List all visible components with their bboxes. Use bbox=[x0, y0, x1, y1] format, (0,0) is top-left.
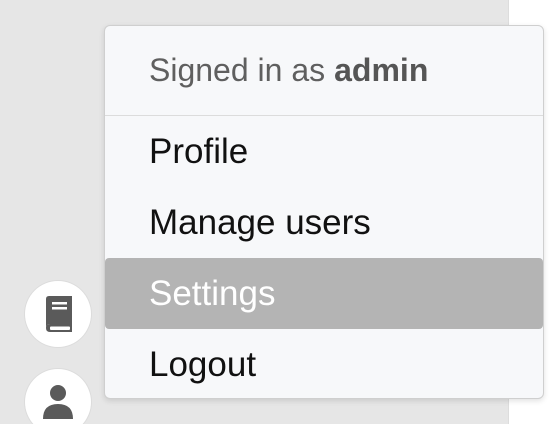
menu-item-logout[interactable]: Logout bbox=[105, 329, 543, 400]
signed-in-header: Signed in as admin bbox=[105, 26, 543, 116]
signed-in-prefix: Signed in as bbox=[149, 52, 326, 88]
menu-item-settings[interactable]: Settings bbox=[105, 258, 543, 329]
user-icon bbox=[43, 385, 73, 419]
app-page: Signed in as admin Profile Manage users … bbox=[0, 0, 560, 424]
menu-item-manage-users[interactable]: Manage users bbox=[105, 187, 543, 258]
book-icon bbox=[46, 296, 72, 332]
user-menu-button[interactable] bbox=[25, 369, 91, 424]
menu-item-profile[interactable]: Profile bbox=[105, 116, 543, 187]
user-dropdown-menu: Signed in as admin Profile Manage users … bbox=[104, 25, 544, 399]
signed-in-username: admin bbox=[334, 52, 429, 88]
docs-button[interactable] bbox=[25, 281, 91, 347]
